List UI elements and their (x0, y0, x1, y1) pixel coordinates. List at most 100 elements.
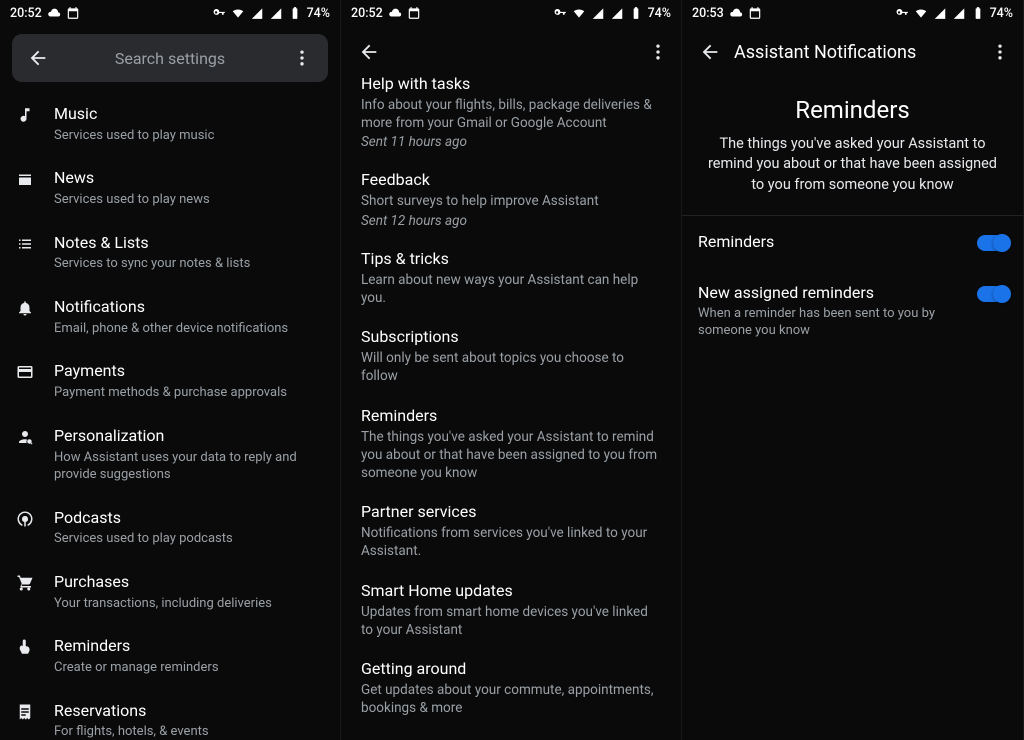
row-title: Purchases (54, 572, 326, 593)
row-subtitle: Payment methods & purchase approvals (54, 384, 326, 402)
appbar-title: Assistant Notifications (730, 42, 985, 63)
signal-icon (250, 6, 264, 20)
toggle-title: Reminders (698, 232, 967, 251)
status-time: 20:52 (351, 6, 383, 21)
category-help-with-tasks[interactable]: Help with tasks Info about your flights,… (341, 74, 681, 160)
row-subtitle: Email, phone & other device notification… (54, 320, 326, 338)
cat-subtitle: Short surveys to help improve Assistant (361, 192, 661, 210)
cat-sent: Sent 11 hours ago (361, 134, 661, 150)
row-subtitle: Services used to play podcasts (54, 530, 326, 548)
music-note-icon (16, 104, 54, 124)
search-placeholder: Search settings (58, 49, 282, 68)
appbar: Assistant Notifications (682, 26, 1023, 78)
settings-row-reservations[interactable]: Reservations For flights, hotels, & even… (0, 689, 340, 740)
cat-sent: Sent 12 hours ago (361, 213, 661, 229)
row-subtitle: Create or manage reminders (54, 659, 326, 677)
cloud-icon (47, 6, 61, 20)
person-gear-icon (16, 426, 54, 446)
cat-subtitle: Info about your flights, bills, package … (361, 96, 661, 132)
settings-row-notifications[interactable]: Notifications Email, phone & other devic… (0, 285, 340, 349)
cat-subtitle: The things you've asked your Assistant t… (361, 428, 661, 483)
category-subscriptions[interactable]: Subscriptions Will only be sent about to… (341, 317, 681, 395)
bell-icon (16, 297, 54, 317)
status-bar: 20:53 74% (682, 0, 1023, 26)
more-icon[interactable] (282, 48, 322, 68)
signal-icon (591, 6, 605, 20)
cat-title: Partner services (361, 502, 661, 521)
toggle-new-assigned-reminders[interactable]: New assigned reminders When a reminder h… (682, 267, 1023, 356)
notification-category-list: Help with tasks Info about your flights,… (341, 70, 681, 740)
cat-subtitle: Updates from smart home devices you've l… (361, 603, 661, 639)
row-title: Notifications (54, 297, 326, 318)
back-icon[interactable] (18, 47, 58, 69)
row-title: Payments (54, 361, 326, 382)
cat-title: Feedback (361, 170, 661, 189)
row-title: Podcasts (54, 508, 326, 529)
header-subtitle: The things you've asked your Assistant t… (704, 134, 1001, 195)
toggle-reminders[interactable]: Reminders (682, 216, 1023, 267)
category-tips[interactable]: Tips & tricks Learn about new ways your … (341, 239, 681, 317)
status-battery-pct: 74% (648, 6, 671, 21)
list-icon (16, 233, 54, 253)
cat-subtitle: Notifications from services you've linke… (361, 524, 661, 560)
more-icon[interactable] (985, 42, 1015, 62)
battery-icon (629, 6, 643, 20)
status-battery-pct: 74% (307, 6, 330, 21)
settings-row-personalization[interactable]: Personalization How Assistant uses your … (0, 414, 340, 496)
cat-title: Reminders (361, 406, 661, 425)
vpn-key-icon (553, 6, 567, 20)
more-icon[interactable] (643, 42, 673, 62)
signal-icon (933, 6, 947, 20)
battery-icon (288, 6, 302, 20)
back-icon[interactable] (349, 41, 389, 63)
receipt-icon (16, 701, 54, 721)
category-smart-home[interactable]: Smart Home updates Updates from smart ho… (341, 571, 681, 649)
cloud-icon (729, 6, 743, 20)
row-subtitle: Your transactions, including deliveries (54, 595, 326, 613)
calendar-icon (748, 6, 762, 20)
settings-row-notes[interactable]: Notes & Lists Services to sync your note… (0, 221, 340, 285)
settings-list: Music Services used to play music News S… (0, 88, 340, 740)
wifi-icon (914, 6, 928, 20)
status-battery-pct: 74% (990, 6, 1013, 21)
panel-notification-categories: 20:52 74% Help with tasks Info about you… (341, 0, 682, 740)
status-bar: 20:52 74% (341, 0, 681, 26)
cat-title: Help with tasks (361, 74, 661, 93)
settings-row-podcasts[interactable]: Podcasts Services used to play podcasts (0, 496, 340, 560)
cat-subtitle: Learn about new ways your Assistant can … (361, 271, 661, 307)
row-subtitle: Services used to play music (54, 127, 326, 145)
panel-assistant-notifications-reminders: 20:53 74% Assistant Notifications Remind… (682, 0, 1024, 740)
cart-icon (16, 572, 54, 592)
wifi-icon (231, 6, 245, 20)
row-subtitle: Services used to play news (54, 191, 326, 209)
wifi-icon (572, 6, 586, 20)
settings-row-reminders[interactable]: Reminders Create or manage reminders (0, 624, 340, 688)
settings-row-payments[interactable]: Payments Payment methods & purchase appr… (0, 349, 340, 413)
toggle-subtitle: When a reminder has been sent to you by … (698, 305, 967, 340)
row-subtitle: How Assistant uses your data to reply an… (54, 449, 326, 484)
news-icon (16, 168, 54, 188)
back-icon[interactable] (690, 41, 730, 63)
cat-title: Getting around (361, 659, 661, 678)
category-feedback[interactable]: Feedback Short surveys to help improve A… (341, 160, 681, 238)
category-partner-services[interactable]: Partner services Notifications from serv… (341, 492, 681, 570)
row-subtitle: Services to sync your notes & lists (54, 255, 326, 273)
signal-icon-2 (610, 6, 624, 20)
settings-row-purchases[interactable]: Purchases Your transactions, including d… (0, 560, 340, 624)
search-settings-bar[interactable]: Search settings (12, 34, 328, 82)
row-title: Music (54, 104, 326, 125)
category-reminders[interactable]: Reminders The things you've asked your A… (341, 396, 681, 493)
switch-on[interactable] (977, 235, 1007, 251)
podcast-icon (16, 508, 54, 528)
cat-subtitle: Get updates about your commute, appointm… (361, 681, 661, 717)
status-time: 20:52 (10, 6, 42, 21)
row-title: Reminders (54, 636, 326, 657)
category-getting-around[interactable]: Getting around Get updates about your co… (341, 649, 681, 727)
card-icon (16, 361, 54, 381)
vpn-key-icon (895, 6, 909, 20)
settings-row-news[interactable]: News Services used to play news (0, 156, 340, 220)
row-subtitle: For flights, hotels, & events (54, 723, 326, 740)
vpn-key-icon (212, 6, 226, 20)
settings-row-music[interactable]: Music Services used to play music (0, 92, 340, 156)
switch-on[interactable] (977, 286, 1007, 302)
